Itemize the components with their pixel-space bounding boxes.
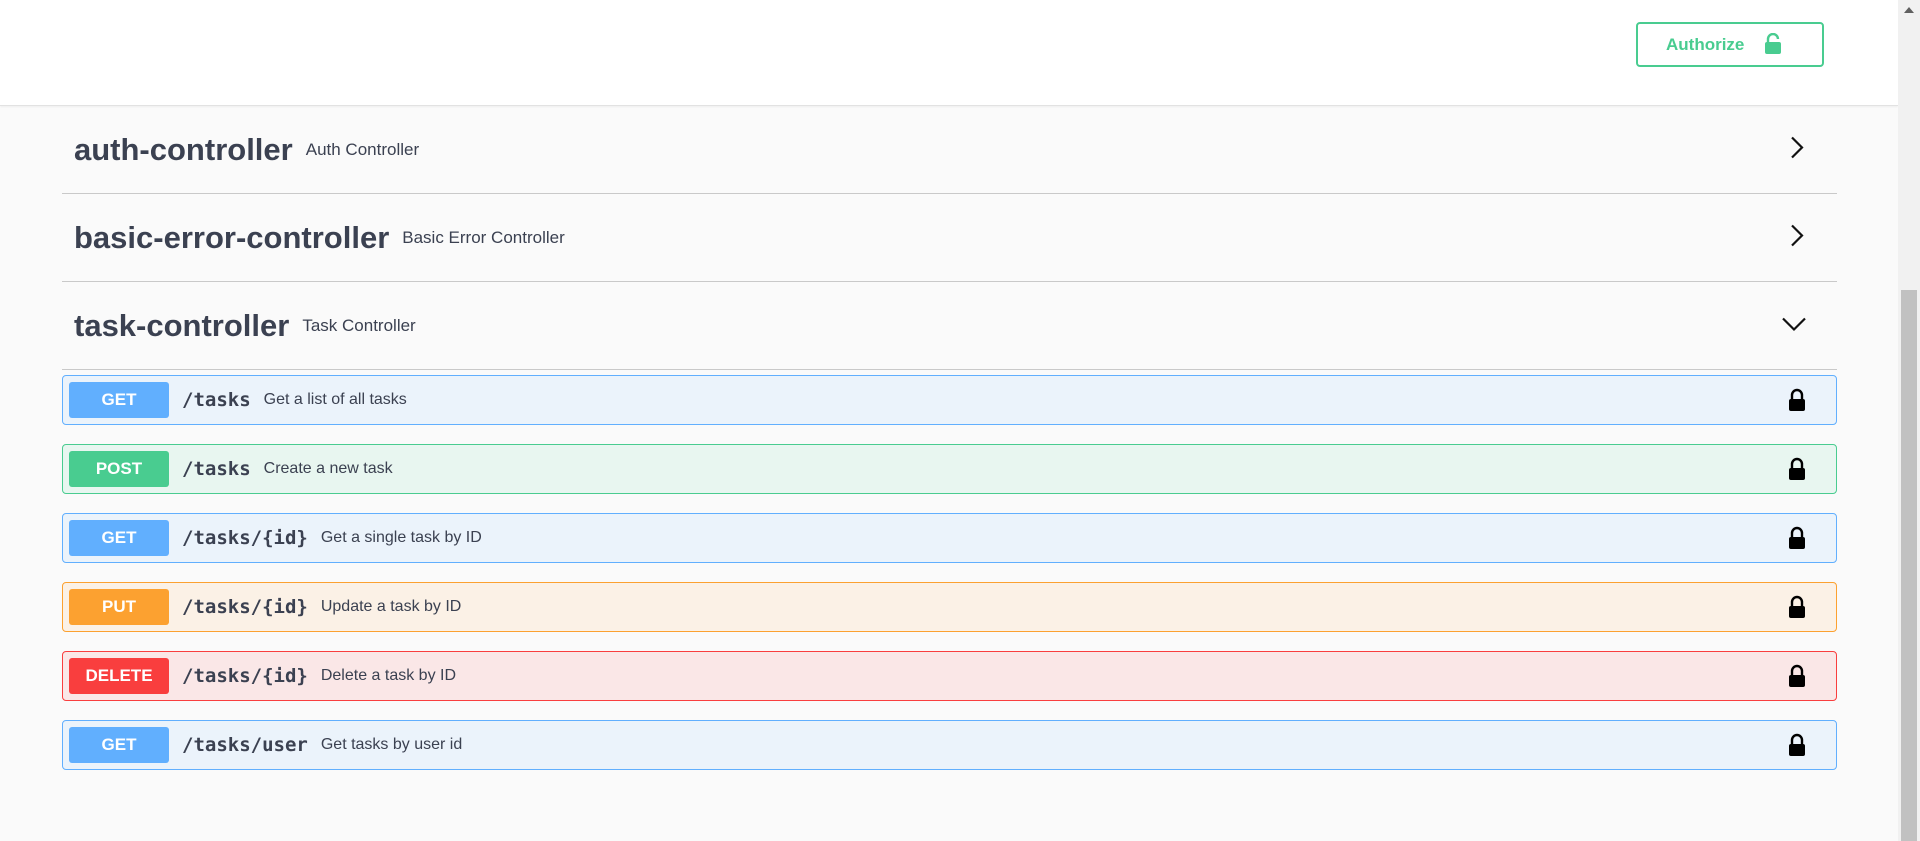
operation-path: /tasks/{id}	[182, 596, 308, 618]
operation-row[interactable]: GET /tasks/user Get tasks by user id	[62, 720, 1837, 770]
top-bar: Authorize	[0, 0, 1898, 106]
scrollbar-thumb[interactable]	[1901, 290, 1917, 841]
tag-description: Task Controller	[302, 315, 416, 335]
tag-basic-error-controller[interactable]: basic-error-controller Basic Error Contr…	[62, 194, 1837, 282]
tag-description: Auth Controller	[305, 139, 420, 159]
lock-icon[interactable]	[1788, 595, 1806, 624]
operation-row[interactable]: POST /tasks Create a new task	[62, 444, 1837, 494]
tag-name: task-controller	[74, 307, 290, 343]
operation-summary: Get a list of all tasks	[263, 391, 407, 408]
chevron-right-icon[interactable]	[1787, 135, 1807, 164]
operation-summary: Get tasks by user id	[320, 736, 463, 753]
chevron-right-icon[interactable]	[1787, 223, 1807, 252]
method-badge: GET	[69, 520, 169, 556]
lock-icon[interactable]	[1788, 664, 1806, 693]
lock-icon[interactable]	[1788, 388, 1806, 417]
main-content: auth-controller Auth Controller basic-er…	[62, 106, 1837, 789]
method-badge: POST	[69, 451, 169, 487]
method-badge: DELETE	[69, 658, 169, 694]
lock-icon[interactable]	[1788, 526, 1806, 555]
tag-name: auth-controller	[74, 131, 293, 167]
operation-path: /tasks	[182, 389, 251, 411]
method-badge: GET	[69, 382, 169, 418]
operation-row[interactable]: GET /tasks Get a list of all tasks	[62, 375, 1837, 425]
tag-description: Basic Error Controller	[402, 227, 565, 247]
operations-list: GET /tasks Get a list of all tasks POST …	[62, 370, 1837, 770]
tag-name: basic-error-controller	[74, 219, 390, 255]
operation-path: /tasks/user	[182, 734, 308, 756]
lock-icon[interactable]	[1788, 733, 1806, 762]
scroll-up-arrow-icon[interactable]	[1904, 0, 1914, 18]
lock-icon[interactable]	[1788, 457, 1806, 486]
scrollbar[interactable]	[1898, 0, 1920, 841]
operation-summary: Create a new task	[263, 460, 393, 477]
operation-row[interactable]: GET /tasks/{id} Get a single task by ID	[62, 513, 1837, 563]
method-badge: PUT	[69, 589, 169, 625]
operation-path: /tasks/{id}	[182, 665, 308, 687]
authorize-button[interactable]: Authorize	[1636, 22, 1824, 67]
authorize-label: Authorize	[1666, 34, 1745, 54]
operation-summary: Update a task by ID	[320, 598, 462, 615]
tag-task-controller[interactable]: task-controller Task Controller	[62, 282, 1837, 370]
operation-row[interactable]: PUT /tasks/{id} Update a task by ID	[62, 582, 1837, 632]
operation-path: /tasks/{id}	[182, 527, 308, 549]
operation-summary: Delete a task by ID	[320, 667, 457, 684]
operation-row[interactable]: DELETE /tasks/{id} Delete a task by ID	[62, 651, 1837, 701]
unlocked-lock-icon	[1764, 32, 1782, 60]
method-badge: GET	[69, 727, 169, 763]
operation-summary: Get a single task by ID	[320, 529, 482, 546]
chevron-down-icon[interactable]	[1781, 315, 1807, 336]
tag-auth-controller[interactable]: auth-controller Auth Controller	[62, 106, 1837, 194]
operation-path: /tasks	[182, 458, 251, 480]
